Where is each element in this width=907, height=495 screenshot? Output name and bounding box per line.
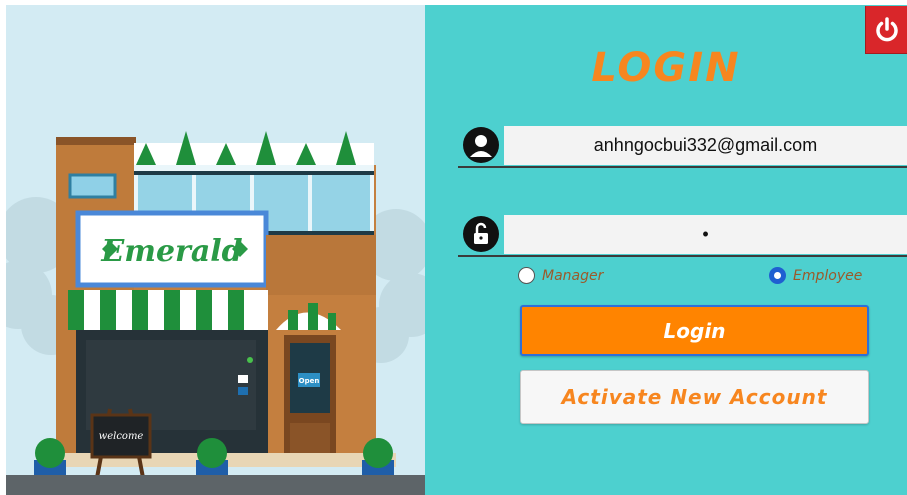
radio-checked-icon [769, 267, 786, 284]
role-label-manager: Manager [542, 267, 604, 284]
role-label-employee: Employee [793, 267, 863, 284]
activate-account-button[interactable]: Activate New Account [520, 370, 869, 424]
login-button[interactable]: Login [520, 305, 869, 356]
welcome-board-text: welcome [99, 431, 144, 442]
radio-unchecked-icon [518, 267, 535, 284]
email-underline [458, 166, 907, 168]
login-title: LOGIN [591, 45, 741, 91]
storefront-image: Emerald Open welcome [6, 5, 425, 495]
password-field[interactable] [504, 215, 907, 254]
door-sign-text: Open [299, 377, 320, 385]
email-field[interactable] [504, 126, 907, 165]
storefront-illustration: Emerald Open welcome [6, 5, 425, 495]
unlock-icon [461, 214, 500, 253]
role-radio-manager[interactable]: Manager [518, 267, 603, 284]
shop-sign-text: Emerald [100, 234, 242, 269]
login-window: Emerald Open welcome LOGIN anhngocbui332… [0, 0, 907, 495]
user-icon [461, 125, 500, 164]
login-panel: LOGIN Manager [425, 5, 907, 495]
role-radio-employee[interactable]: Employee [769, 267, 862, 284]
power-icon [875, 16, 898, 41]
password-underline [458, 255, 907, 257]
